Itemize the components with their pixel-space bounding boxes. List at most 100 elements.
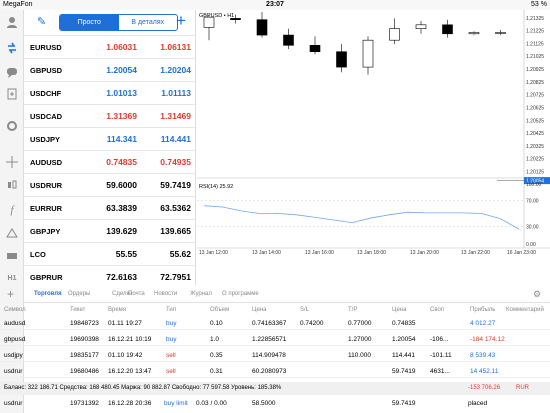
tab-detailed[interactable]: В деталях: [119, 15, 178, 30]
position-swap: -106...: [430, 336, 449, 343]
person-icon[interactable]: [2, 12, 22, 32]
quote-ask: 139.665: [160, 226, 191, 236]
function-icon[interactable]: f: [2, 200, 22, 220]
column-header[interactable]: Тип: [166, 307, 176, 313]
time-tick: 13 Jan 18:00: [357, 250, 386, 256]
column-header[interactable]: Объем: [210, 307, 229, 313]
column-header[interactable]: Комментарий: [506, 307, 544, 313]
column-header[interactable]: S/L: [300, 307, 309, 313]
quote-row[interactable]: GBPUSD 1.20054 1.20204: [24, 58, 195, 81]
news-icon[interactable]: [2, 84, 22, 104]
quote-row[interactable]: AUDUSD 0.74835 0.74935: [24, 150, 195, 173]
column-header[interactable]: Время: [108, 307, 126, 313]
order-ticket: 19731392: [70, 400, 99, 407]
quote-bid: 139.629: [106, 226, 137, 236]
quote-row[interactable]: USDCAD 1.31369 1.31469: [24, 104, 195, 127]
position-tp: 1.27000: [348, 336, 372, 343]
quote-ask: 1.06131: [160, 42, 191, 52]
quote-ask: 72.7951: [160, 272, 191, 282]
column-header[interactable]: Цена: [252, 307, 266, 313]
settings-icon[interactable]: [2, 116, 22, 136]
terminal-settings-icon[interactable]: ⚙: [533, 289, 541, 300]
crosshair-icon[interactable]: [2, 152, 22, 172]
quote-row[interactable]: USDJPY 114.341 114.441: [24, 127, 195, 150]
position-type: buy: [166, 336, 177, 343]
quote-row[interactable]: GBPJPY 139.629 139.665: [24, 219, 195, 242]
summary-profit: -153 706.26: [468, 385, 501, 391]
position-price: 114.909478: [252, 352, 286, 359]
edit-icon[interactable]: ✎: [37, 15, 46, 28]
quote-bid: 1.20054: [106, 65, 137, 75]
terminal-tab[interactable]: Торговля: [34, 291, 62, 297]
quote-ask: 55.62: [169, 249, 191, 259]
position-row[interactable]: gbpusd 19690398 16.12.21 10:19 buy 1.0 1.2285…: [0, 334, 550, 346]
price-tick: 1.21125: [526, 41, 544, 47]
account-summary: Баланс: 322 186.71 Средства: 168 480.45 …: [0, 382, 550, 395]
position-ticket: 19690398: [70, 336, 99, 343]
view-mode-switch[interactable]: Просто В деталях: [59, 14, 178, 31]
new-order-icon[interactable]: +: [7, 287, 14, 301]
position-swap: 4631...: [430, 368, 450, 375]
position-ticket: 19848723: [70, 320, 99, 327]
column-header[interactable]: Цена: [392, 307, 406, 313]
terminal-tab[interactable]: О программе: [222, 291, 259, 297]
column-header[interactable]: Своп: [430, 307, 444, 313]
order-row[interactable]: usdrur 19731392 16.12.28 20:36 buy limit 0.0…: [0, 398, 550, 410]
quotes-icon[interactable]: [2, 38, 22, 58]
position-profit: 8 539.43: [470, 352, 496, 359]
quote-symbol: USDCAD: [30, 112, 63, 121]
quote-row[interactable]: EURRUR 63.3839 63.5362: [24, 196, 195, 219]
terminal-tab[interactable]: Новости: [154, 291, 177, 297]
position-symbol: gbpusd: [4, 336, 26, 343]
candles-icon[interactable]: [2, 175, 22, 195]
column-header[interactable]: T/P: [348, 307, 357, 313]
position-price: 60.2080973: [252, 368, 287, 375]
position-volume: 0.31: [210, 368, 223, 375]
terminal-tabs: Торговля Ордеры Сделки Почта Новости Журнал О …: [24, 285, 550, 303]
quote-ask: 1.20204: [160, 65, 191, 75]
layout-icon[interactable]: [2, 246, 22, 266]
quote-row[interactable]: EURUSD 1.06031 1.06131: [24, 35, 195, 58]
position-cur: 114.441: [392, 352, 416, 359]
position-volume: 0.35: [210, 352, 223, 359]
price-tick: 1.20225: [526, 157, 544, 163]
objects-icon[interactable]: [2, 223, 22, 243]
tab-simple[interactable]: Просто: [60, 15, 119, 30]
add-symbol-button[interactable]: +: [176, 11, 186, 31]
position-tp: 110.000: [348, 352, 372, 359]
terminal-tab[interactable]: Почта: [128, 291, 145, 297]
quote-bid: 0.74835: [106, 157, 137, 167]
price-tick: 1.20525: [526, 118, 544, 124]
price-tick: 1.21025: [526, 54, 544, 60]
quote-symbol: USDRUR: [30, 181, 63, 190]
terminal-tab[interactable]: Журнал: [190, 291, 212, 297]
order-volume: 0.03 / 0.00: [196, 400, 227, 407]
position-row[interactable]: audusd 19848723 01.11 19:27 buy 0.10 0.741633…: [0, 318, 550, 330]
chat-icon[interactable]: [2, 62, 22, 82]
column-header[interactable]: Прибыль: [470, 307, 495, 313]
quote-ask: 114.441: [160, 134, 191, 144]
chart-panel[interactable]: GBPUSD • H1 1.21325 1.21225 1.21125 1.21025 1…: [197, 10, 550, 285]
position-row[interactable]: usdjpy 19835177 01.10 19:42 sell 0.35 114.909…: [0, 350, 550, 362]
position-tp: 0.77000: [348, 320, 372, 327]
quote-row[interactable]: USDRUR 59.6000 59.7419: [24, 173, 195, 196]
quote-symbol: EURRUR: [30, 204, 63, 213]
terminal-tab[interactable]: Ордеры: [68, 291, 90, 297]
chart-svg[interactable]: GBPUSD • H1 1.213251.212251.211251.210251…: [197, 10, 550, 285]
position-time: 01.11 19:27: [108, 320, 142, 327]
position-symbol: usdrur: [4, 368, 23, 375]
quote-symbol: GBPUSD: [30, 66, 63, 75]
quote-ask: 1.01113: [161, 88, 191, 98]
time-tick: 13 Jan 12:00: [199, 250, 228, 256]
column-header[interactable]: Тикет: [70, 307, 85, 313]
quote-row[interactable]: USDCHF 1.01013 1.01113: [24, 81, 195, 104]
quote-row[interactable]: LCO 55.55 55.62: [24, 242, 195, 265]
quote-symbol: GBPJPY: [30, 227, 61, 236]
quote-ask: 1.31469: [160, 111, 191, 121]
time-tick: 13 Jan 22:00: [461, 250, 490, 256]
position-cur: 0.74835: [392, 320, 416, 327]
position-row[interactable]: usdrur 19680486 16.12.20 13:47 sell 0.31 60.2…: [0, 366, 550, 378]
position-time: 16.12.21 10:19: [108, 336, 152, 343]
column-header[interactable]: Символ: [4, 307, 26, 313]
battery-label: 53 %: [531, 1, 547, 8]
